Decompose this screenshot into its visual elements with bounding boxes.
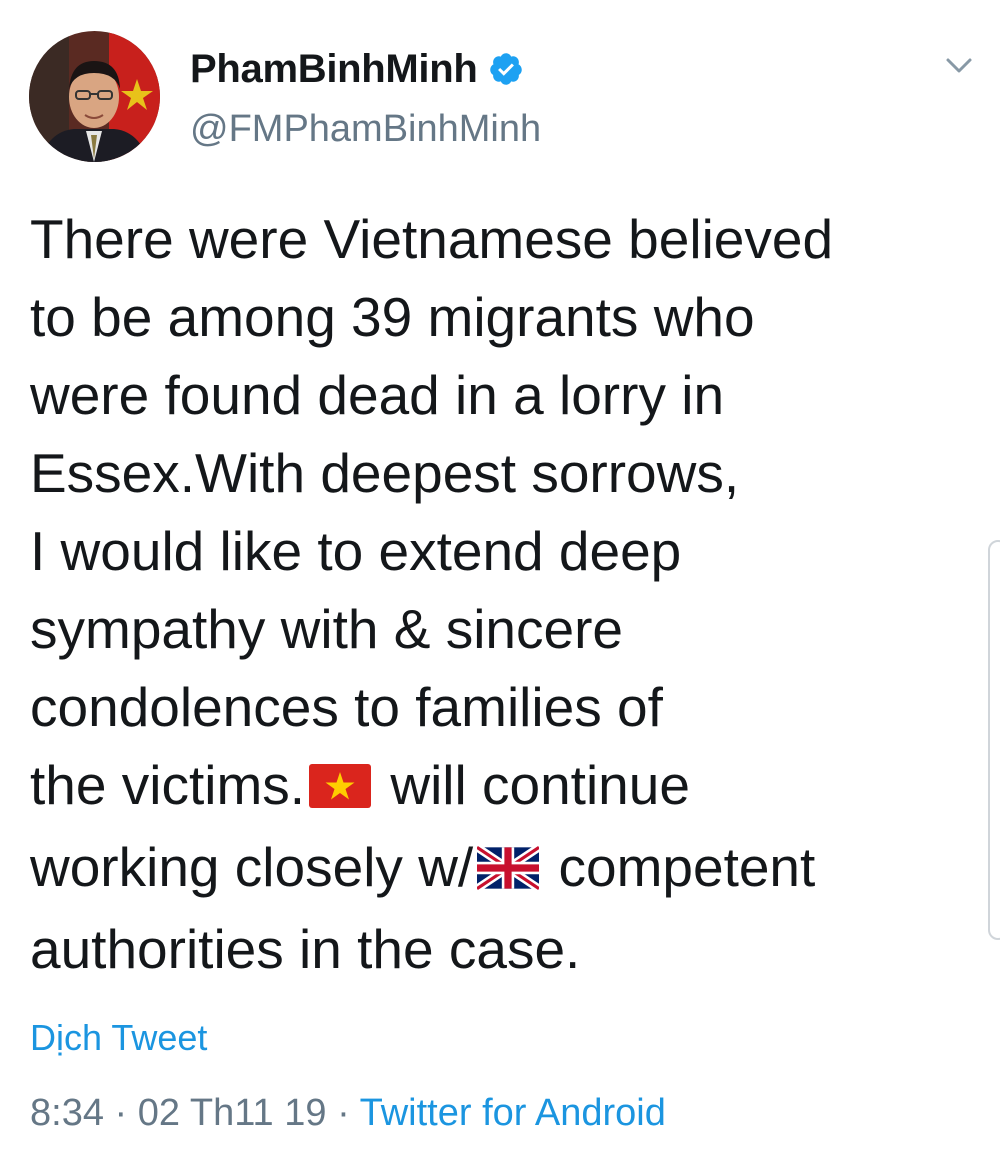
avatar[interactable] <box>29 31 160 162</box>
chevron-down-icon[interactable] <box>944 54 974 78</box>
tweet-line-segment: working closely w/ <box>30 836 474 898</box>
tweet-line-segment: will continue <box>375 754 690 816</box>
author-handle[interactable]: @FMPhamBinhMinh <box>190 108 541 151</box>
tweet-line: sympathy with & sincere <box>30 598 623 660</box>
author-name-row[interactable]: PhamBinhMinh <box>190 44 524 94</box>
uk-flag-icon <box>474 832 542 910</box>
tweet-meta: 8:34 · 02 Th11 19 · Twitter for Android <box>30 1092 666 1135</box>
tweet-line-segment: the victims. <box>30 754 306 816</box>
meta-separator: · <box>326 1092 360 1134</box>
tweet-line: to be among 39 migrants who <box>30 286 755 348</box>
tweet-line: authorities in the case. <box>30 918 581 980</box>
verified-badge-icon <box>488 51 524 87</box>
tweet-line: were found dead in a lorry in <box>30 364 725 426</box>
meta-separator: · <box>103 1092 138 1134</box>
tweet-date[interactable]: 02 Th11 19 <box>138 1092 327 1134</box>
tweet-line: the victims. will continue <box>30 746 960 828</box>
tweet-source-link[interactable]: Twitter for Android <box>360 1092 666 1134</box>
tweet-line: Essex.With deepest sorrows, <box>30 442 740 504</box>
tweet-card: PhamBinhMinh @FMPhamBinhMinh There were … <box>0 0 1000 1163</box>
tweet-line-segment: competent <box>543 836 816 898</box>
vietnam-flag-icon <box>309 750 372 828</box>
tweet-line: I would like to extend deep <box>30 520 682 582</box>
tweet-time[interactable]: 8:34 <box>30 1092 104 1134</box>
tweet-line: working closely w/ competent <box>30 828 960 910</box>
tweet-text: There were Vietnamese believed to be amo… <box>30 200 960 988</box>
scrollbar[interactable] <box>988 540 1000 940</box>
translate-tweet-link[interactable]: Dịch Tweet <box>30 1017 207 1059</box>
display-name[interactable]: PhamBinhMinh <box>190 47 478 92</box>
tweet-line: condolences to families of <box>30 676 663 738</box>
avatar-image <box>29 31 160 162</box>
tweet-line: There were Vietnamese believed <box>30 208 834 270</box>
